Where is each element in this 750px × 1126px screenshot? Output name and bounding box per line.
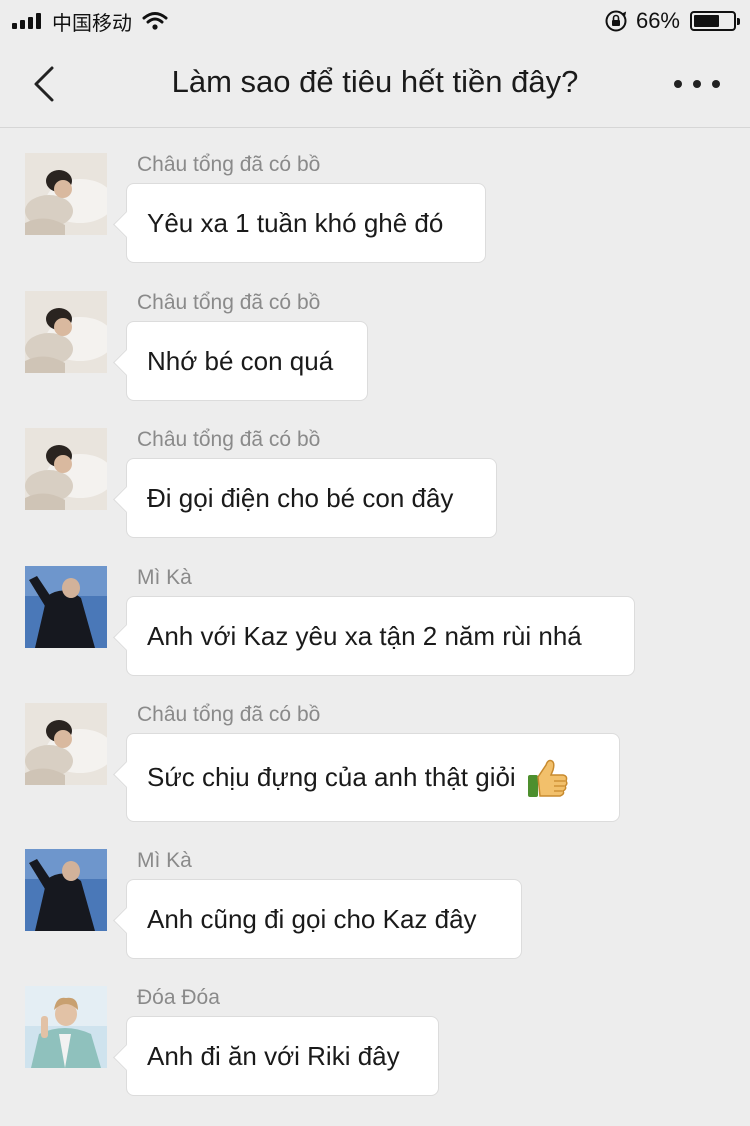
- message-text: Sức chịu đựng của anh thật giỏi: [147, 762, 516, 792]
- sender-name: Châu tổng đã có bồ: [137, 153, 321, 176]
- avatar-chau[interactable]: [25, 291, 107, 373]
- chat-title: Làm sao để tiêu hết tiền đây?: [171, 64, 579, 99]
- avatar-chau[interactable]: [25, 703, 107, 785]
- message-text: Anh đi ăn với Riki đây: [147, 1040, 400, 1071]
- message-bubble[interactable]: Anh với Kaz yêu xa tận 2 năm rùi nhá: [126, 596, 635, 676]
- avatar-mika[interactable]: [25, 566, 107, 648]
- message-bubble[interactable]: Anh đi ăn với Riki đây: [126, 1016, 439, 1096]
- sender-name: Mì Kà: [137, 566, 192, 589]
- message-text: Đi gọi điện cho bé con đây: [147, 482, 454, 513]
- rotation-lock-icon: [605, 10, 627, 32]
- nav-bar: Làm sao để tiêu hết tiền đây?: [0, 42, 750, 128]
- message-text: Yêu xa 1 tuần khó ghê đó: [147, 207, 444, 238]
- avatar-doa[interactable]: [25, 986, 107, 1068]
- avatar-chau[interactable]: [25, 153, 107, 235]
- message-bubble[interactable]: Đi gọi điện cho bé con đây: [126, 458, 497, 538]
- sender-name: Châu tổng đã có bồ: [137, 703, 321, 726]
- thumbs-up-icon: [527, 759, 568, 797]
- avatar-chau[interactable]: [25, 428, 107, 510]
- message-bubble[interactable]: Anh cũng đi gọi cho Kaz đây: [126, 879, 522, 959]
- message-text: Nhớ bé con quá: [147, 345, 334, 376]
- battery-percent: 66%: [635, 8, 680, 33]
- message-text: Anh cũng đi gọi cho Kaz đây: [147, 903, 477, 934]
- carrier-name: 中国移动: [52, 10, 132, 35]
- chat-screen: 中国移动 66% Làm sao để tiêu hết tiền đây? C…: [0, 0, 750, 1126]
- message-bubble[interactable]: Nhớ bé con quá: [126, 321, 368, 401]
- sender-name: Châu tổng đã có bồ: [137, 291, 321, 314]
- signal-icon: [12, 13, 44, 29]
- chevron-left-icon[interactable]: [26, 62, 66, 106]
- sender-name: Châu tổng đã có bồ: [137, 428, 321, 451]
- status-bar: 中国移动 66%: [0, 0, 750, 42]
- battery-level-fill: [694, 15, 720, 27]
- avatar-mika[interactable]: [25, 849, 107, 931]
- battery-icon: [690, 11, 740, 31]
- message-text: Anh với Kaz yêu xa tận 2 năm rùi nhá: [147, 620, 582, 651]
- message-bubble[interactable]: Sức chịu đựng của anh thật giỏi: [126, 733, 620, 822]
- message-bubble[interactable]: Yêu xa 1 tuần khó ghê đó: [126, 183, 486, 263]
- sender-name: Đóa Đóa: [137, 986, 220, 1009]
- sender-name: Mì Kà: [137, 849, 192, 872]
- more-dots-icon[interactable]: [674, 72, 720, 96]
- wifi-icon: [142, 12, 168, 30]
